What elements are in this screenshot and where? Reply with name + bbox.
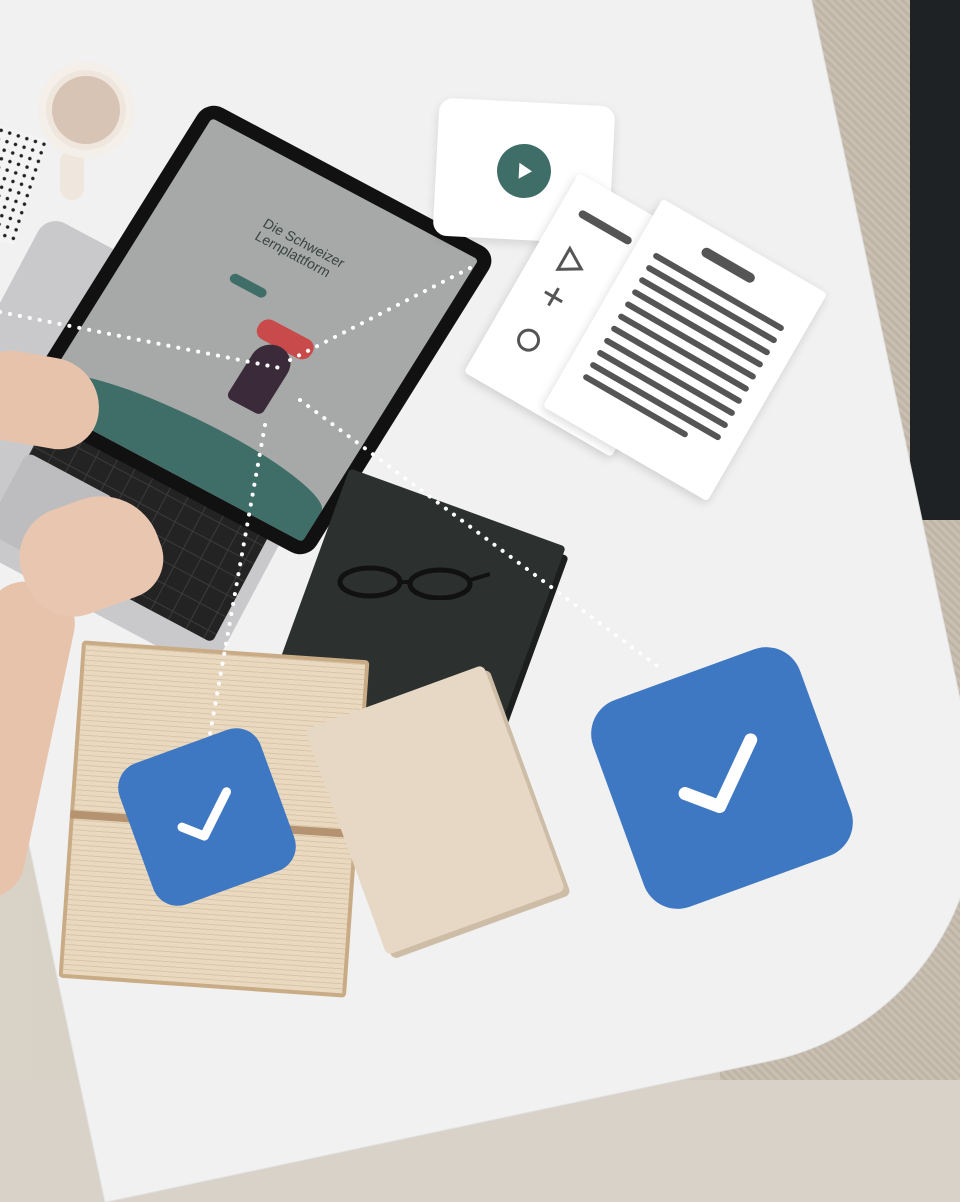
play-triangle-icon [518, 162, 532, 179]
checkmark-icon [678, 733, 758, 814]
play-icon [495, 142, 553, 200]
checkmark-icon [177, 787, 232, 841]
photo-scene: Die Schweizer Lernplattform [0, 0, 960, 1202]
